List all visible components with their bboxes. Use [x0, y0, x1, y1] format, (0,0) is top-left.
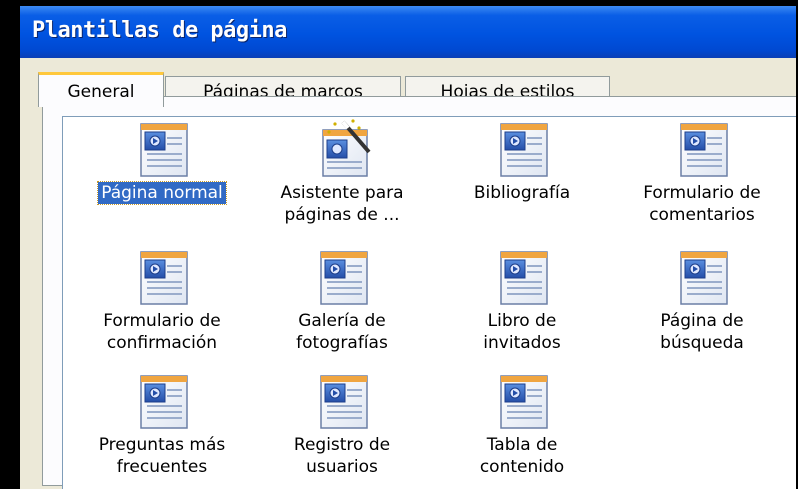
template-item[interactable]: Tabla de contenido	[432, 370, 612, 478]
document-page-icon	[667, 118, 737, 182]
document-page-icon	[127, 118, 197, 182]
template-label: Asistente para páginas de ...	[280, 183, 404, 225]
document-page-icon	[487, 246, 557, 310]
template-item[interactable]: Registro de usuarios	[252, 370, 432, 478]
document-page-icon	[487, 370, 557, 434]
template-label: Tabla de contenido	[479, 435, 565, 477]
wizard-icon	[307, 118, 377, 182]
template-item[interactable]: Bibliografía	[432, 118, 612, 204]
template-label: Registro de usuarios	[293, 435, 391, 477]
template-label: Libro de invitados	[483, 311, 561, 353]
document-page-icon	[307, 370, 377, 434]
template-label: Bibliografía	[473, 183, 571, 203]
template-item[interactable]: Asistente para páginas de ...	[252, 118, 432, 226]
document-page-icon	[307, 246, 377, 310]
template-item[interactable]: Galería de fotografías	[252, 246, 432, 354]
template-item[interactable]: Página normal	[72, 118, 252, 205]
template-item[interactable]: Formulario de confirmación	[72, 246, 252, 354]
template-item[interactable]: Preguntas más frecuentes	[72, 370, 252, 478]
template-item[interactable]: Libro de invitados	[432, 246, 612, 354]
document-page-icon	[667, 246, 737, 310]
template-label: Formulario de confirmación	[103, 311, 221, 353]
template-label: Galería de fotografías	[296, 311, 388, 353]
template-label: Preguntas más frecuentes	[98, 435, 226, 477]
document-page-icon	[487, 118, 557, 182]
tab-general[interactable]: General	[38, 72, 164, 107]
template-label: Formulario de comentarios	[643, 183, 761, 225]
document-page-icon	[127, 370, 197, 434]
template-item[interactable]: Formulario de comentarios	[612, 118, 792, 226]
template-item[interactable]: Página de búsqueda	[612, 246, 792, 354]
template-label: Página de búsqueda	[660, 311, 744, 353]
document-page-icon	[127, 246, 197, 310]
template-label: Página normal	[97, 181, 227, 205]
